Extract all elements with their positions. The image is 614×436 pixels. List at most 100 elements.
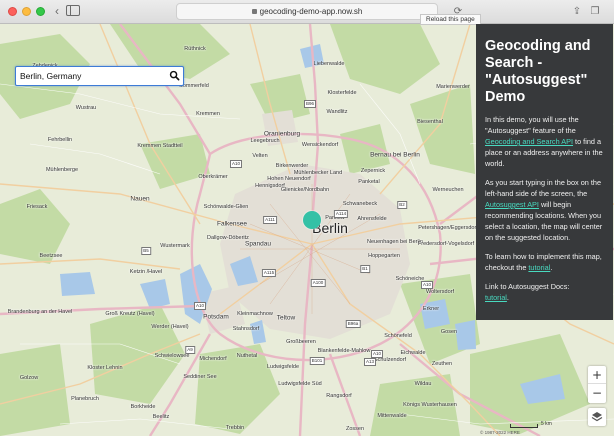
address-bar[interactable]: geocoding-demo-app.now.sh <box>176 3 438 20</box>
place-label: Kloster Lehnin <box>87 365 123 371</box>
place-label: Neuenhagen bei Berlin <box>367 239 423 245</box>
place-label: Potsdam <box>203 313 229 321</box>
place-label: Beetzsee <box>39 253 63 259</box>
place-label: Mühlenberge <box>45 167 79 173</box>
minimize-window-button[interactable] <box>22 7 31 16</box>
road-shield: A114 <box>333 210 349 218</box>
place-label: Rüthnick <box>184 46 206 52</box>
place-label: Planebruch <box>71 396 99 402</box>
place-label: Wustermark <box>160 243 190 249</box>
place-label: Ketzin /Havel <box>129 269 163 275</box>
place-label: Kremmen <box>196 111 220 117</box>
place-label: Schönwalde-Glien <box>203 204 249 210</box>
place-label: Mittenwalde <box>377 413 407 419</box>
road-shield: A10 <box>229 160 243 168</box>
search-icon[interactable] <box>169 70 180 81</box>
panel-tutorial-text-end: . <box>550 263 553 272</box>
zoom-in-button[interactable]: + <box>588 366 606 384</box>
place-label: Nauen <box>130 195 150 203</box>
panel-instructions-text: As you start typing in the box on the le… <box>485 178 602 198</box>
place-label: Ludwigsfelde <box>266 364 300 370</box>
road-shield: B96a <box>345 320 361 328</box>
scale-label: 5 km <box>541 421 552 427</box>
panel-docs-text: Link to Autosuggest Docs: <box>485 282 570 291</box>
docs-tutorial-link[interactable]: tutorial <box>485 293 507 302</box>
share-icon[interactable]: ⇪ <box>570 4 584 19</box>
place-label: Gosen <box>440 329 458 335</box>
panel-instructions: As you start typing in the box on the le… <box>485 177 605 243</box>
place-label: Werneuchen <box>432 187 464 193</box>
road-shield: A10 <box>420 281 434 289</box>
place-label: Michendorf <box>199 356 227 362</box>
place-label: Ahrensfelde <box>357 216 387 222</box>
zoom-out-button[interactable]: − <box>588 384 606 402</box>
tabs-overview-icon[interactable]: ❐ <box>588 4 602 19</box>
browser-toolbar: ‹ geocoding-demo-app.now.sh ⟳ ⇪ ❐ <box>0 0 614 24</box>
place-label: Schönefeld <box>384 333 412 339</box>
place-label: Wildau <box>414 381 432 387</box>
panel-intro-text: In this demo, you will use the "Autosugg… <box>485 115 579 135</box>
road-shield: B2 <box>397 201 407 209</box>
place-label: Spandau <box>244 240 272 248</box>
place-label: Beelitz <box>152 414 170 420</box>
place-label: Klosterfelde <box>327 90 357 96</box>
place-label: Schwielowsee <box>154 353 190 359</box>
place-label: Friesack <box>26 204 48 210</box>
place-label: Panketal <box>358 179 380 185</box>
road-shield: A13 <box>363 358 377 366</box>
place-label: Eichwalde <box>400 350 426 356</box>
panel-tutorial: To learn how to implement this map, chec… <box>485 251 605 273</box>
place-label: Großbeeren <box>286 339 316 345</box>
place-label: Golzow <box>19 375 39 381</box>
place-label: Blankenfelde-Mahlow <box>317 348 371 354</box>
place-label: Kleinmachnow <box>237 311 273 317</box>
place-label: Velten <box>252 153 268 159</box>
place-label: Königs Wusterhausen <box>403 402 457 408</box>
place-label: Dallgow-Döberitz <box>207 235 249 241</box>
location-marker[interactable] <box>303 211 321 229</box>
place-label: Biesenthal <box>417 119 443 125</box>
place-label: Bernau bei Berlin <box>370 151 420 159</box>
place-label: Wandlitz <box>326 109 348 115</box>
close-window-button[interactable] <box>8 7 17 16</box>
place-label: Liebenwalde <box>313 61 345 67</box>
place-label: Teltow <box>276 314 296 322</box>
road-shield: A9 <box>185 346 195 354</box>
place-label: Hoppegarten <box>368 253 400 259</box>
sidebar-toggle-icon[interactable] <box>66 5 80 16</box>
road-shield: A10 <box>370 350 384 358</box>
place-label: Glienicke/Nordbahn <box>280 187 330 193</box>
road-shield: A111 <box>263 216 277 224</box>
map-layers-button[interactable] <box>588 408 606 426</box>
info-panel: Geocoding and Search - "Autosuggest" Dem… <box>476 24 613 320</box>
place-label: Borkheide <box>130 404 156 410</box>
place-label: Seddiner See <box>183 374 217 380</box>
url-text: geocoding-demo-app.now.sh <box>259 7 363 16</box>
place-label: Woltersdorf <box>425 289 455 295</box>
place-label: Marienwerder <box>436 84 470 90</box>
place-label: Hohen Neuendorf <box>267 176 311 182</box>
place-label: Erkner <box>422 306 440 312</box>
place-label: Trebbin <box>225 425 245 431</box>
geocoding-api-link[interactable]: Geocoding and Search API <box>485 137 573 146</box>
reload-tooltip: Reload this page <box>420 14 481 25</box>
place-label: Brandenburg an der Havel <box>7 309 73 315</box>
search-box[interactable] <box>15 66 184 86</box>
fullscreen-window-button[interactable] <box>36 7 45 16</box>
back-icon[interactable]: ‹ <box>51 4 63 19</box>
lock-icon <box>251 9 257 14</box>
panel-docs-text-end: . <box>506 293 509 302</box>
tutorial-link[interactable]: tutorial <box>528 263 550 272</box>
place-label: Oberkrämer <box>198 174 228 180</box>
map-copyright: © 1987-2022 HERE <box>480 430 520 435</box>
autosuggest-api-link[interactable]: Autosuggest API <box>485 200 539 209</box>
layers-icon <box>591 412 603 422</box>
place-label: Stahnsdorf <box>232 326 260 332</box>
panel-intro: In this demo, you will use the "Autosugg… <box>485 114 605 169</box>
place-label: Birkenwerder <box>275 163 309 169</box>
zoom-control: + − <box>588 366 606 403</box>
place-label: Fredersdorf-Vogelsdorf <box>417 241 475 247</box>
place-label: Zepernick <box>360 168 386 174</box>
search-input[interactable] <box>20 69 168 83</box>
place-label: Leegebruch <box>250 138 280 144</box>
